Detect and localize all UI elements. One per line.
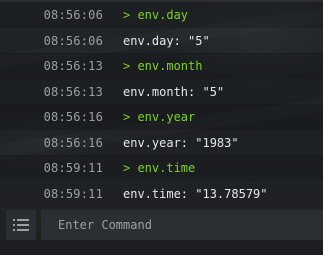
- output-text: env.time: "13.78579": [123, 187, 268, 201]
- console-row-output: 08:59:11 env.time: "13.78579": [0, 181, 323, 207]
- timestamp: 08:56:06: [43, 34, 103, 48]
- timestamp: 08:56:16: [43, 136, 103, 150]
- output-text: env.day: "5": [123, 34, 210, 48]
- output-text: env.year: "1983": [123, 136, 239, 150]
- timestamp: 08:56:13: [43, 59, 103, 73]
- console-row-command: 08:56:06 > env.day: [0, 2, 323, 28]
- console-row-output: 08:56:13 env.month: "5": [0, 79, 323, 105]
- command-text: > env.day: [123, 8, 189, 22]
- command-text: > env.year: [123, 110, 196, 124]
- console-row-output: 08:56:06 env.day: "5": [0, 28, 323, 54]
- console-row-command: 08:59:11 > env.time: [0, 155, 323, 181]
- command-input[interactable]: [41, 210, 323, 240]
- command-text: > env.time: [123, 161, 196, 175]
- console-row-command: 08:56:16 > env.year: [0, 104, 323, 130]
- output-text: env.month: "5": [123, 85, 225, 99]
- command-bar: [0, 207, 323, 242]
- console-row-command: 08:56:13 > env.month: [0, 53, 323, 79]
- list-icon: [13, 219, 29, 231]
- timestamp: 08:59:11: [43, 161, 103, 175]
- timestamp: 08:56:06: [43, 8, 103, 22]
- command-text: > env.month: [123, 59, 203, 73]
- console-row-output: 08:56:16 env.year: "1983": [0, 130, 323, 156]
- console-log[interactable]: 08:56:06 > env.day 08:56:06 env.day: "5"…: [0, 0, 323, 207]
- timestamp: 08:56:13: [43, 85, 103, 99]
- timestamp: 08:56:16: [43, 110, 103, 124]
- timestamp: 08:59:11: [43, 187, 103, 201]
- menu-button[interactable]: [6, 210, 36, 240]
